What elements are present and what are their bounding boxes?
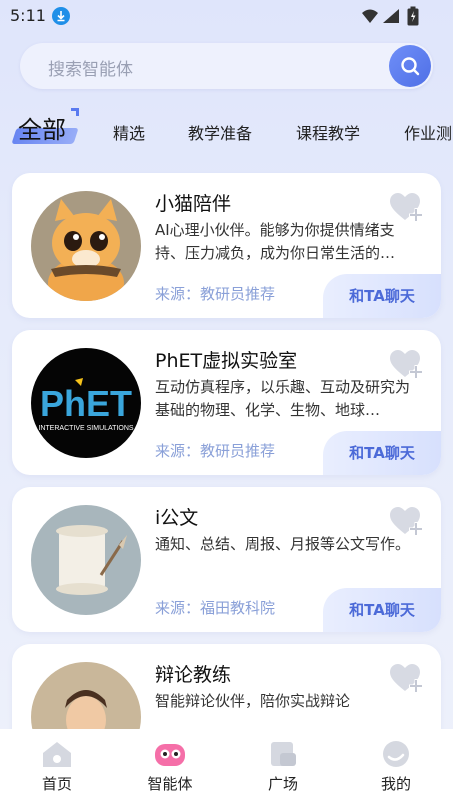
tab-teaching-prep[interactable]: 教学准备	[188, 120, 252, 144]
avatar	[31, 191, 141, 301]
home-icon	[43, 742, 71, 767]
agent-description: 互动仿真程序，以乐趣、互动及研究为基础的物理、化学、生物、地球…	[155, 378, 411, 419]
agent-source: 来源：教研员推荐	[155, 285, 276, 303]
agent-title: 辩论教练	[155, 664, 232, 686]
nav-profile-label: 我的	[380, 775, 411, 793]
avatar	[31, 505, 141, 615]
tab-all[interactable]: 全部	[14, 108, 70, 147]
wifi-icon	[362, 9, 378, 23]
nav-home[interactable]: 首页	[17, 739, 97, 794]
agent-description: 智能辩论伙伴，陪你实战辩论	[155, 692, 351, 710]
tab-course-teaching[interactable]: 课程教学	[296, 120, 360, 144]
nav-profile[interactable]: 我的	[356, 739, 436, 794]
bottom-nav: 首页 智能体 广场 我的	[0, 729, 453, 805]
category-tabs: 全部 精选 教学准备 课程教学 作业测	[0, 108, 453, 156]
nav-square-label: 广场	[267, 775, 298, 793]
nav-agent[interactable]: 智能体	[130, 739, 210, 794]
download-icon	[52, 7, 70, 25]
nav-square[interactable]: 广场	[243, 739, 323, 794]
agent-source: 来源：教研员推荐	[155, 442, 276, 460]
chat-button[interactable]: 和TA聊天	[323, 431, 441, 475]
agent-card[interactable]: PhET INTERACTIVE SIMULATIONS PhET虚拟实验室 互…	[12, 330, 441, 475]
favorite-icon[interactable]	[389, 349, 425, 381]
tab-featured[interactable]: 精选	[113, 120, 145, 144]
chat-button[interactable]: 和TA聊天	[323, 588, 441, 632]
favorite-icon[interactable]	[389, 192, 425, 224]
chat-button[interactable]: 和TA聊天	[323, 274, 441, 318]
phet-logo-text: PhET	[40, 383, 132, 424]
agent-card[interactable]: 小猫陪伴 AI心理小伙伴。能够为你提供情绪支持、压力减负，成为你日常生活的… 来…	[12, 173, 441, 318]
avatar: PhET INTERACTIVE SIMULATIONS	[31, 348, 141, 458]
agent-description: 通知、总结、周报、月报等公文写作。	[155, 535, 411, 553]
signal-icon	[383, 9, 399, 23]
phet-logo-subtext: INTERACTIVE SIMULATIONS	[38, 425, 133, 432]
agent-card[interactable]: i公文 通知、总结、周报、月报等公文写作。 来源：福田教科院 和TA聊天	[12, 487, 441, 632]
agent-title: 小猫陪伴	[155, 193, 232, 215]
square-icon	[271, 742, 296, 766]
search-input[interactable]: 搜索智能体	[20, 43, 433, 89]
battery-icon	[407, 6, 419, 26]
search-icon	[401, 57, 420, 76]
status-time: 5:11	[10, 6, 46, 25]
search-button[interactable]	[389, 45, 431, 87]
active-tab-mark	[71, 108, 79, 116]
agent-title: PhET虚拟实验室	[155, 350, 298, 372]
agent-description: AI心理小伙伴。能够为你提供情绪支持、压力减负，成为你日常生活的…	[155, 221, 396, 262]
nav-agent-label: 智能体	[147, 775, 193, 793]
agent-source: 来源：福田教科院	[155, 599, 276, 617]
nav-home-label: 首页	[41, 775, 72, 793]
profile-icon	[383, 741, 409, 767]
tab-homework[interactable]: 作业测	[404, 120, 452, 144]
agent-title: i公文	[155, 507, 199, 529]
status-bar: 5:11	[0, 0, 453, 32]
search-placeholder: 搜索智能体	[48, 60, 133, 80]
agent-icon	[155, 744, 185, 766]
favorite-icon[interactable]	[389, 663, 425, 695]
favorite-icon[interactable]	[389, 506, 425, 538]
